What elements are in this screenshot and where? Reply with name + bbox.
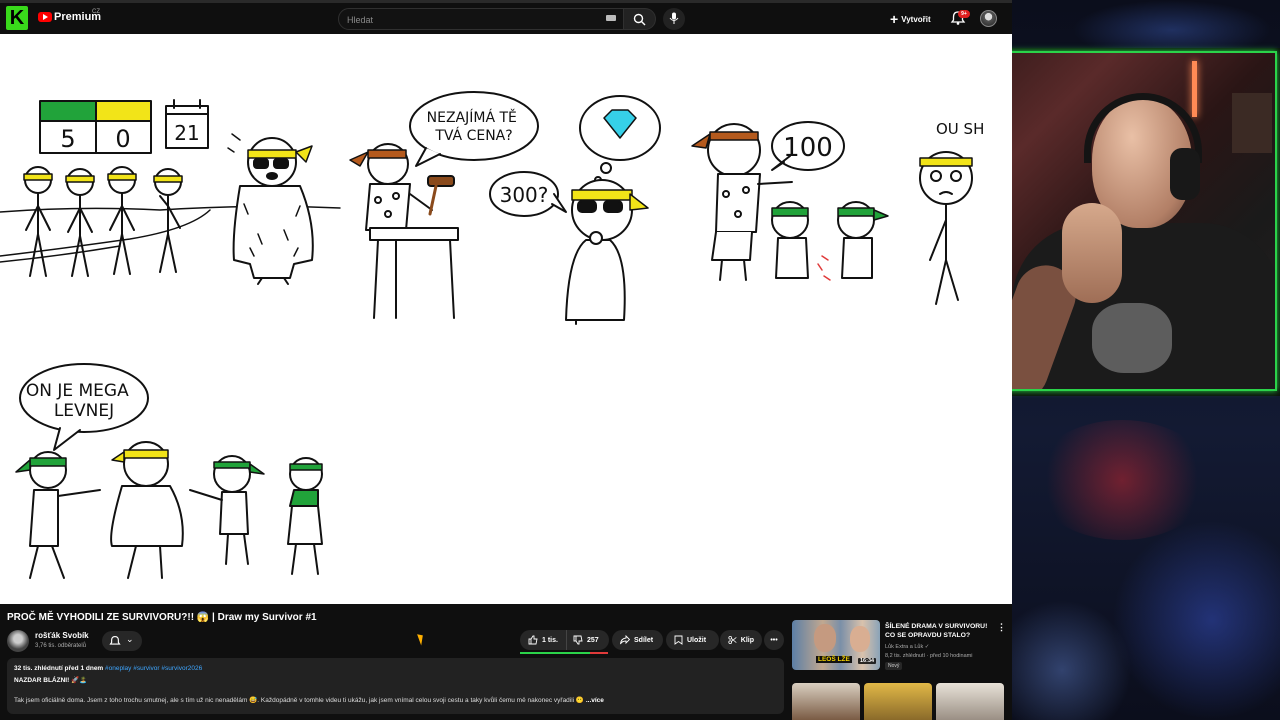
bubble-3-text: 100 <box>783 133 833 163</box>
video-info: PROČ MĚ VYHODILI ZE SURVIVORU?!! 😱 | Dra… <box>0 604 1012 720</box>
screen: K Premium CZ + Vytvořit <box>0 0 1280 720</box>
description-meta: 32 tis. zhlédnutí před 1 dnem #oneplay #… <box>14 665 202 672</box>
webcam-overlay <box>987 48 1280 396</box>
new-badge: Nový <box>885 662 903 670</box>
recommended-views: 8,2 tis. zhlédnutí · před 10 hodinami <box>885 653 973 659</box>
speech-bubble-5: ON JE MEGA LEVNEJ <box>19 363 149 451</box>
shocked-character: OU SH <box>919 120 984 305</box>
channel-subscribers: 3,76 tis. odběratelů <box>35 643 87 649</box>
youtube-logo-icon[interactable] <box>38 12 52 22</box>
more-vertical-icon[interactable]: ⋮ <box>997 622 1006 633</box>
recommended-title[interactable]: ŠÍLENÉ DRAMA V SURVIVORU! CO SE OPRAVDU … <box>885 622 993 640</box>
search-input[interactable] <box>347 12 587 27</box>
bookmark-icon <box>674 635 683 645</box>
description-box[interactable]: 32 tis. zhlédnutí před 1 dnem #oneplay #… <box>7 658 784 714</box>
chevron-down-icon: ⌄ <box>126 634 134 644</box>
thinking-character <box>565 179 649 325</box>
search-icon <box>633 13 646 26</box>
like-button[interactable]: 1 tis. <box>520 630 565 650</box>
bubble-5-line1: ON JE MEGA <box>26 381 129 401</box>
share-icon <box>620 635 630 645</box>
show-more-link[interactable]: ...více <box>586 697 604 704</box>
share-label: Sdílet <box>634 636 654 644</box>
webcam-frame <box>990 51 1277 391</box>
bubble-4-text: OU SH <box>936 120 984 138</box>
thumbs-down-icon <box>573 635 583 645</box>
save-button[interactable]: Uložit <box>666 630 719 650</box>
calendar-day: 21 <box>174 121 199 145</box>
save-label: Uložit <box>687 636 707 644</box>
bubble-1-line1: NEZAJÍMÁ TĚ <box>427 109 517 126</box>
subscribed-button[interactable]: ⌄ <box>102 631 142 651</box>
bottom-group <box>15 441 323 579</box>
recommended-thumbnail[interactable]: LEOŠ LŽE 16:34 <box>792 620 880 670</box>
view-count-and-date: 32 tis. zhlédnutí před 1 dnem <box>14 665 106 672</box>
scoreboard: 5 0 21 <box>39 99 209 154</box>
diamond-thought-bubble <box>579 95 661 184</box>
speech-bubble-1: NEZAJÍMÁ TĚ TVÁ CENA? <box>409 91 539 167</box>
dislike-button[interactable]: 257 <box>566 630 609 650</box>
bubble-1-line2: TVÁ CENA? <box>434 127 512 144</box>
description-greeting: NAZDAR BLÁZNI! 🚀🏝️ <box>14 677 88 684</box>
description-text: Tak jsem oficiálně doma. Jsem z toho tro… <box>14 696 604 704</box>
scissors-icon <box>728 636 737 644</box>
score-yellow: 0 <box>115 125 130 153</box>
kick-logo[interactable]: K <box>6 6 28 30</box>
bell-icon <box>109 635 121 645</box>
video-title: PROČ MĚ VYHODILI ZE SURVIVORU?!! 😱 | Dra… <box>7 612 317 623</box>
speech-bubble-3: 100 <box>771 121 845 171</box>
like-dislike-group: 1 tis. 257 <box>520 630 609 650</box>
dislike-count: 257 <box>587 636 599 644</box>
create-button[interactable]: + Vytvořit <box>890 9 931 29</box>
speech-bubble-2: 300? <box>489 171 567 217</box>
clip-button[interactable]: Klip <box>720 630 762 650</box>
video-duration: 16:34 <box>858 658 877 664</box>
top-bar: K Premium CZ + Vytvořit <box>0 0 1012 34</box>
hashtags[interactable]: #oneplay #survivor #survivor2026 <box>105 665 202 672</box>
voice-search-button[interactable] <box>663 8 685 30</box>
streamer-hands <box>1062 203 1122 303</box>
keyboard-icon[interactable] <box>606 15 616 21</box>
search-button[interactable] <box>624 8 656 30</box>
thumbs-up-icon <box>528 635 538 645</box>
mouse-cursor <box>417 632 426 646</box>
channel-name[interactable]: rošťák Svobík <box>35 631 89 640</box>
fur-coat-character <box>227 133 314 285</box>
more-horizontal-icon: ••• <box>770 636 778 644</box>
channel-avatar[interactable] <box>7 630 29 652</box>
more-actions-button[interactable]: ••• <box>764 630 784 650</box>
video-player[interactable]: 5 0 21 NEZAJÍMÁ TĚ TVÁ CENA? 300? 100 OU… <box>0 34 1012 604</box>
notification-badge: 9+ <box>958 10 970 18</box>
like-count: 1 tis. <box>542 636 558 644</box>
host-character <box>349 143 459 319</box>
description-body: Tak jsem oficiálně doma. Jsem z toho tro… <box>14 697 586 704</box>
score-green: 5 <box>60 125 75 153</box>
green-team-celebrating <box>771 201 889 281</box>
country-code: CZ <box>92 9 100 15</box>
bubble-5-line2: LEVNEJ <box>54 401 114 421</box>
create-label: Vytvořit <box>901 14 931 24</box>
clip-label: Klip <box>740 636 754 644</box>
plus-icon: + <box>890 11 899 27</box>
thumbnail-caption: LEOŠ LŽE <box>816 656 852 663</box>
recommended-channel[interactable]: Lůk Extra a Lůk ✓ <box>885 644 929 650</box>
account-avatar[interactable] <box>980 10 997 27</box>
video-frame: 5 0 21 NEZAJÍMÁ TĚ TVÁ CENA? 300? 100 OU… <box>0 91 984 579</box>
microphone-icon <box>669 12 679 24</box>
bubble-2-text: 300? <box>500 183 549 207</box>
share-button[interactable]: Sdílet <box>612 630 663 650</box>
recommended-video[interactable]: LEOŠ LŽE 16:34 ŠÍLENÉ DRAMA V SURVIVORU!… <box>792 620 1006 676</box>
yellow-team <box>23 166 183 277</box>
next-recommended-row[interactable] <box>792 683 1006 720</box>
search-box[interactable] <box>338 8 624 30</box>
like-ratio-bar <box>520 652 608 654</box>
